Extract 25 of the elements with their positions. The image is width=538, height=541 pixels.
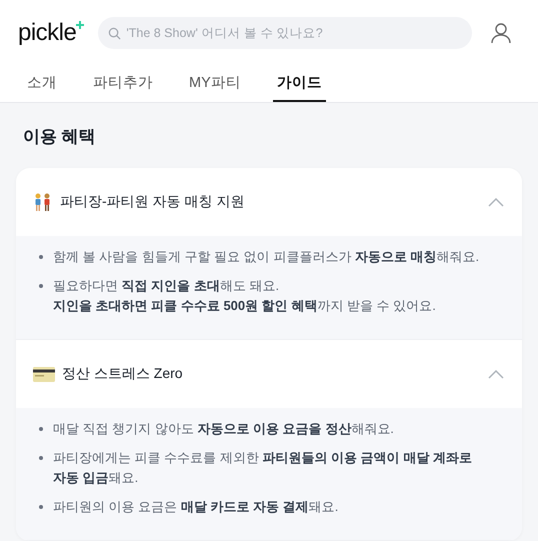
nav-tab[interactable]: 파티추가 (89, 68, 157, 102)
bullet-text: 필요하다면 직접 지인을 초대해도 돼요. (53, 278, 280, 293)
bullet-icon (39, 255, 43, 259)
accordion-header[interactable]: 정산 스트레스 Zero (16, 340, 522, 408)
bullet-icon (39, 427, 43, 431)
bullet-text: 함께 볼 사람을 힘들게 구할 필요 없이 피클플러스가 자동으로 매칭해줘요. (53, 249, 480, 264)
bullet-text: 매달 직접 챙기지 않아도 자동으로 이용 요금을 정산해줘요. (53, 421, 394, 436)
nav-tab[interactable]: MY파티 (185, 68, 245, 102)
section-title: 이용 혜택 (23, 126, 97, 148)
bullet-icon (39, 284, 43, 288)
accordion-header[interactable]: 파티장-파티원 자동 매칭 지원 (16, 168, 522, 236)
card-icon (33, 366, 55, 382)
bullet-text: 파티장에게는 피클 수수료를 제외한 파티원들의 이용 금액이 매달 계좌로 자동 입금돼요. (53, 450, 472, 485)
bullet-text: 지인을 초대하면 피클 수수료 500원 할인 혜택까지 받을 수 있어요. (53, 298, 436, 313)
nav-tab[interactable]: 가이드 (272, 68, 326, 102)
bullet-icon (39, 456, 43, 460)
bullet-text: 파티원의 이용 요금은 매달 카드로 자동 결제돼요. (53, 499, 338, 514)
benefit-title: 정산 스트레스 Zero (62, 365, 184, 383)
benefit-title: 파티장-파티원 자동 매칭 지원 (60, 193, 246, 211)
logo[interactable]: pickle (18, 19, 76, 47)
search-field[interactable]: 'The 8 Show' 어디서 볼 수 있나요? (98, 17, 472, 49)
user-icon[interactable] (490, 22, 512, 44)
bullet-icon (39, 505, 43, 509)
plus-icon (76, 21, 84, 29)
nav-tab[interactable]: 소개 (23, 68, 61, 102)
